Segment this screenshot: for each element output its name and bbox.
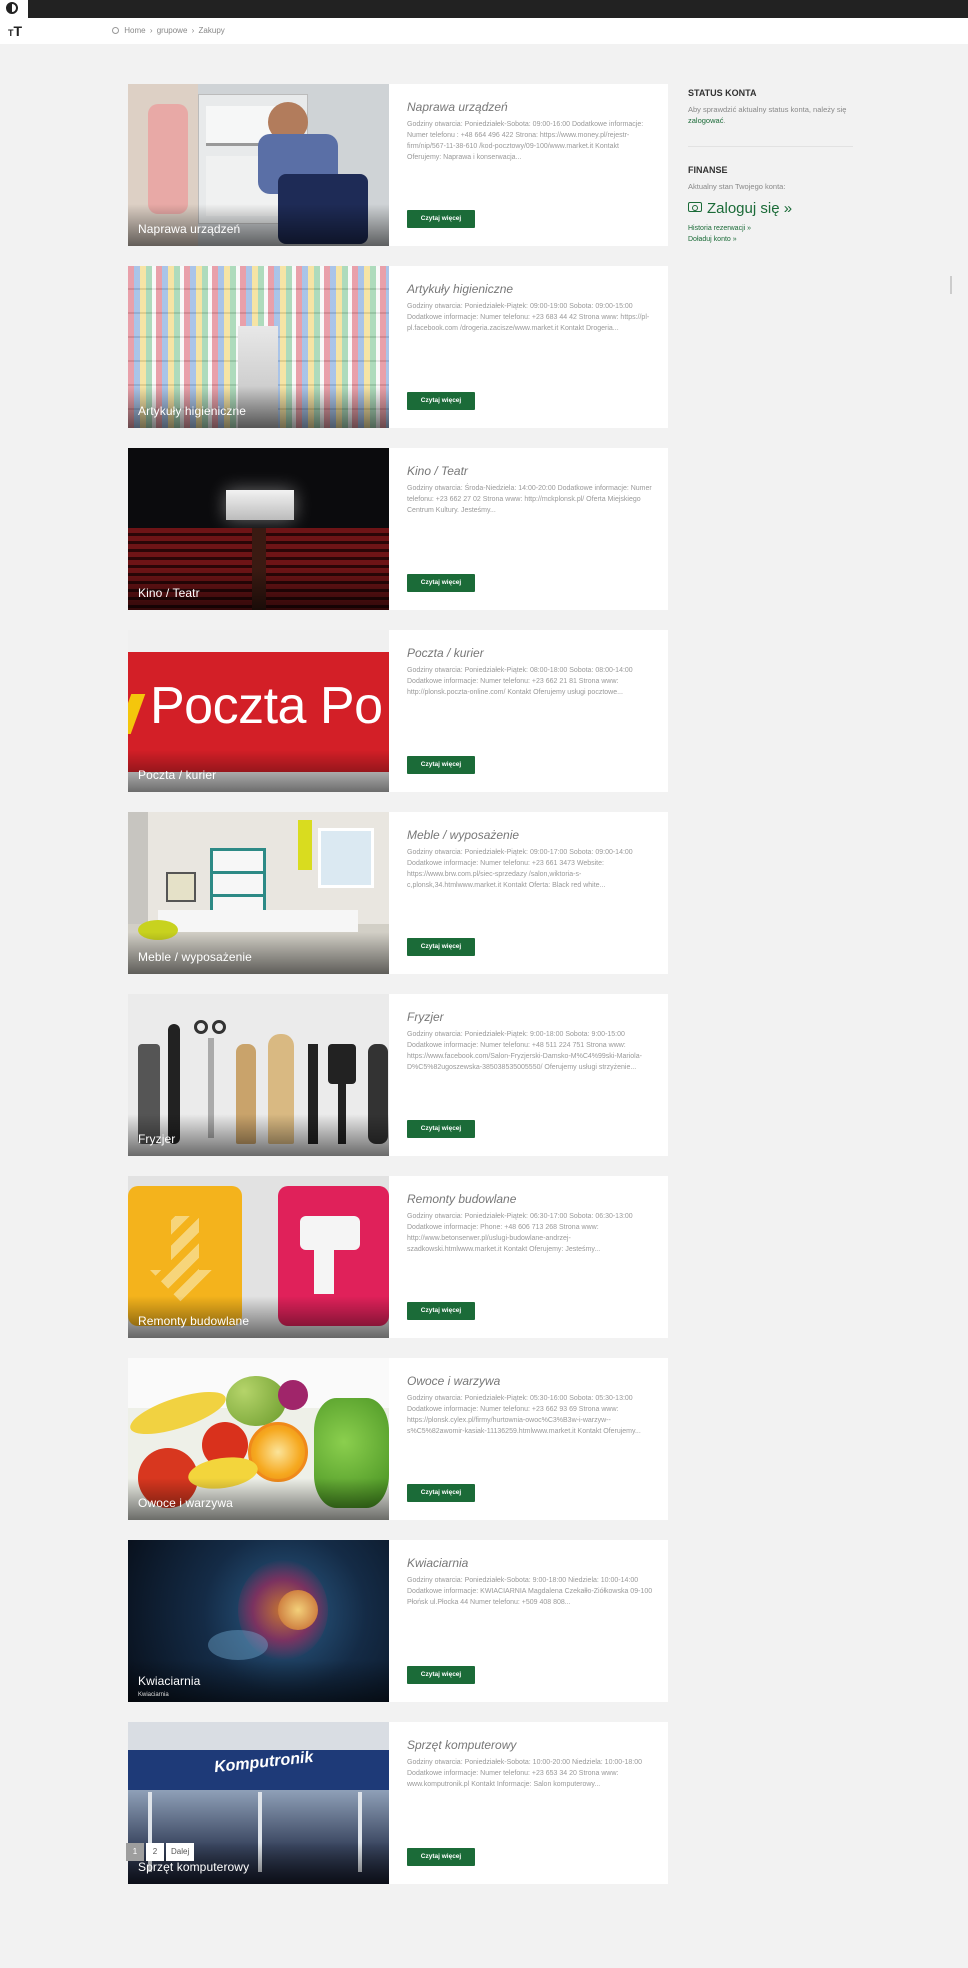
thumbnail-caption: Kwiaciarnia xyxy=(138,1674,201,1688)
breadcrumb-bar: Home › grupowe › Zakupy xyxy=(0,18,968,44)
read-more-button[interactable]: Czytaj więcej xyxy=(407,1666,475,1684)
thumbnail-furniture[interactable]: Meble / wyposażenie xyxy=(128,812,389,974)
listing-card: Remonty budowlane Remonty budowlane Godz… xyxy=(128,1176,668,1338)
breadcrumb-separator: › xyxy=(191,26,195,35)
thumbnail-post[interactable]: Poczta Po Poczta / kurier xyxy=(128,630,389,792)
accessibility-toolbar: TT xyxy=(0,0,28,44)
card-title[interactable]: Poczta / kurier xyxy=(407,646,655,660)
breadcrumb-separator: › xyxy=(149,26,153,35)
reservation-history-link[interactable]: Historia rezerwacji » xyxy=(688,223,858,234)
account-status-message: Aby sprawdzić aktualny status konta, nal… xyxy=(688,105,847,114)
read-more-button[interactable]: Czytaj więcej xyxy=(407,1848,475,1866)
sidebar-divider xyxy=(688,146,853,147)
home-icon xyxy=(112,27,119,34)
card-description: Godziny otwarcia: Poniedziałek-Sobota: 9… xyxy=(407,1577,653,1606)
card-title[interactable]: Artykuły higieniczne xyxy=(407,282,655,296)
card-title[interactable]: Naprawa urządzeń xyxy=(407,100,655,114)
post-logo-text: Poczta Po xyxy=(150,677,383,735)
finance-title: FINANSE xyxy=(688,165,728,175)
read-more-button[interactable]: Czytaj więcej xyxy=(407,210,475,228)
thumbnail-florist[interactable]: Kwiaciarnia Kwiaciarnia xyxy=(128,1540,389,1702)
card-description: Godziny otwarcia: Poniedziałek-Piątek: 0… xyxy=(407,849,633,889)
card-description: Godziny otwarcia: Poniedziałek-Piątek: 0… xyxy=(407,1213,633,1253)
read-more-button[interactable]: Czytaj więcej xyxy=(407,938,475,956)
thumbnail-caption: Naprawa urządzeń xyxy=(138,222,241,236)
card-title[interactable]: Meble / wyposażenie xyxy=(407,828,655,842)
thumbnail-cinema[interactable]: Kino / Teatr xyxy=(128,448,389,610)
card-title[interactable]: Sprzęt komputerowy xyxy=(407,1738,655,1752)
breadcrumb-group[interactable]: grupowe xyxy=(157,26,188,35)
listing-card: Kwiaciarnia Kwiaciarnia Kwiaciarnia Godz… xyxy=(128,1540,668,1702)
thumbnail-caption: Poczta / kurier xyxy=(138,768,217,782)
card-title[interactable]: Kwiaciarnia xyxy=(407,1556,655,1570)
listing-card: Owoce i warzywa Owoce i warzywa Godziny … xyxy=(128,1358,668,1520)
page-1-button[interactable]: 1 xyxy=(126,1843,144,1861)
thumbnail-caption: Artykuły higieniczne xyxy=(138,404,247,418)
read-more-button[interactable]: Czytaj więcej xyxy=(407,1120,475,1138)
contrast-icon[interactable] xyxy=(6,2,18,14)
thumbnail-hygiene[interactable]: Artykuły higieniczne xyxy=(128,266,389,428)
page-2-button[interactable]: 2 xyxy=(146,1843,164,1861)
breadcrumb-home[interactable]: Home xyxy=(124,26,145,35)
topup-account-link[interactable]: Doładuj konto » xyxy=(688,234,858,245)
thumbnail-caption: Kino / Teatr xyxy=(138,586,200,600)
read-more-button[interactable]: Czytaj więcej xyxy=(407,1302,475,1320)
thumbnail-caption: Fryzjer xyxy=(138,1132,176,1146)
card-title[interactable]: Kino / Teatr xyxy=(407,464,655,478)
thumbnail-caption: Meble / wyposażenie xyxy=(138,950,252,964)
scrollbar-handle[interactable] xyxy=(950,276,952,294)
breadcrumb: Home › grupowe › Zakupy xyxy=(112,26,227,35)
account-status-text: Aby sprawdzić aktualny status konta, nal… xyxy=(688,104,858,126)
sidebar: STATUS KONTA Aby sprawdzić aktualny stat… xyxy=(688,88,858,245)
thumbnail-fruit[interactable]: Owoce i warzywa xyxy=(128,1358,389,1520)
listing-card: Poczta Po Poczta / kurier Poczta / kurie… xyxy=(128,630,668,792)
listing-card: Meble / wyposażenie Meble / wyposażenie … xyxy=(128,812,668,974)
card-description: Godziny otwarcia: Poniedziałek-Sobota: 1… xyxy=(407,1759,643,1788)
read-more-button[interactable]: Czytaj więcej xyxy=(407,574,475,592)
camera-icon xyxy=(688,202,702,212)
card-description: Godziny otwarcia: Poniedziałek-Piątek: 9… xyxy=(407,1031,642,1071)
thumbnail-caption: Remonty budowlane xyxy=(138,1314,250,1328)
card-description: Godziny otwarcia: Poniedziałek-Piątek: 0… xyxy=(407,1395,641,1435)
card-title[interactable]: Owoce i warzywa xyxy=(407,1374,655,1388)
text-size-icon[interactable]: TT xyxy=(8,24,22,38)
listing-card: Artykuły higieniczne Artykuły higieniczn… xyxy=(128,266,668,428)
thumbnail-construction[interactable]: Remonty budowlane xyxy=(128,1176,389,1338)
listing-card: Naprawa urządzeń Naprawa urządzeń Godzin… xyxy=(128,84,668,246)
read-more-button[interactable]: Czytaj więcej xyxy=(407,1484,475,1502)
login-link[interactable]: zalogować xyxy=(688,116,723,125)
read-more-button[interactable]: Czytaj więcej xyxy=(407,392,475,410)
status-suffix: . xyxy=(723,116,726,125)
card-description: Godziny otwarcia: Poniedziałek-Piątek: 0… xyxy=(407,667,633,696)
listing-card: Kino / Teatr Kino / Teatr Godziny otwarc… xyxy=(128,448,668,610)
next-page-button[interactable]: Dalej xyxy=(166,1843,195,1861)
pagination: 1 2 Dalej xyxy=(126,1843,196,1861)
finance-text: Aktualny stan Twojego konta: xyxy=(688,182,786,191)
card-description: Godziny otwarcia: Poniedziałek-Sobota: 0… xyxy=(407,121,644,161)
login-label: Zaloguj się » xyxy=(707,200,793,217)
thumbnail-hairdresser[interactable]: Fryzjer xyxy=(128,994,389,1156)
top-bar xyxy=(0,0,968,18)
account-status-title: STATUS KONTA xyxy=(688,88,757,98)
login-button[interactable]: Zaloguj się » xyxy=(688,200,858,217)
thumbnail-caption: Sprzęt komputerowy xyxy=(138,1860,250,1874)
card-title[interactable]: Fryzjer xyxy=(407,1010,655,1024)
thumbnail-subcaption: Kwiaciarnia xyxy=(138,1692,169,1698)
listing-card: Komputronik Sprzęt komputerowy Sprzęt ko… xyxy=(128,1722,668,1884)
card-description: Godziny otwarcia: Środa-Niedziela: 14:00… xyxy=(407,485,652,514)
breadcrumb-current: Zakupy xyxy=(198,26,225,35)
thumbnail-repair[interactable]: Naprawa urządzeń xyxy=(128,84,389,246)
card-title[interactable]: Remonty budowlane xyxy=(407,1192,655,1206)
read-more-button[interactable]: Czytaj więcej xyxy=(407,756,475,774)
listing-card: Fryzjer Fryzjer Godziny otwarcia: Ponied… xyxy=(128,994,668,1156)
thumbnail-caption: Owoce i warzywa xyxy=(138,1496,233,1510)
card-description: Godziny otwarcia: Poniedziałek-Piątek: 0… xyxy=(407,303,650,332)
